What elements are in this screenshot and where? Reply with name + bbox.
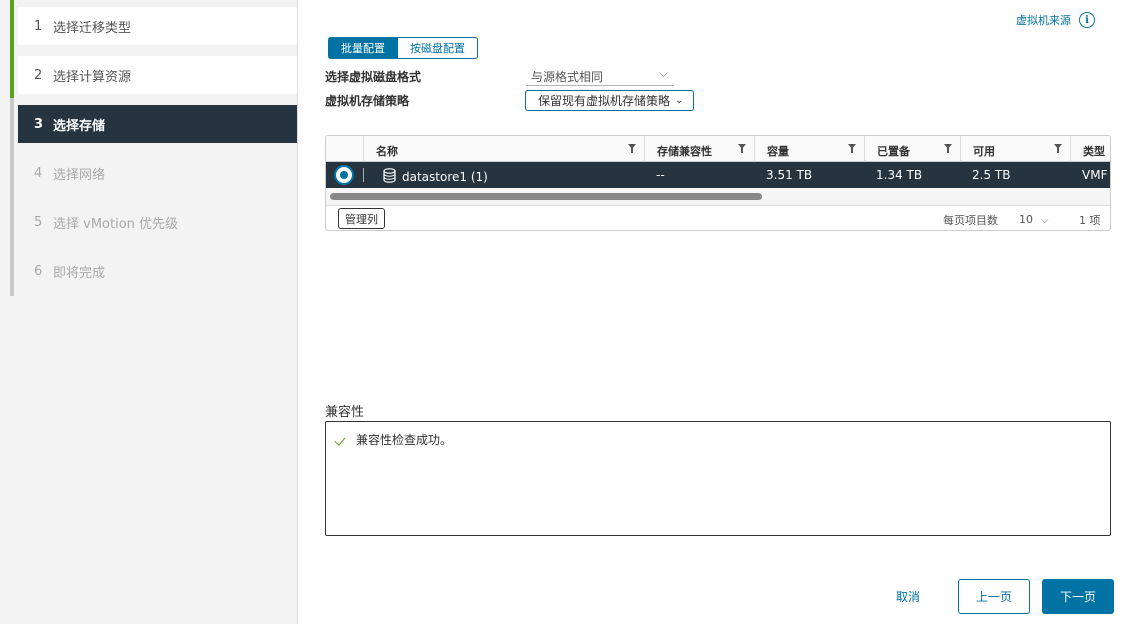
datastore-name: datastore1 (1) (402, 170, 488, 184)
step-select-compute-resource[interactable]: 2 选择计算资源 (18, 56, 297, 94)
step-number: 3 (34, 116, 44, 132)
page-size-value: 10 (1019, 213, 1033, 226)
items-per-page-label: 每页项目数 (943, 214, 998, 227)
back-button[interactable]: 上一页 (958, 579, 1030, 614)
step-label: 选择迁移类型 (53, 20, 132, 36)
wizard-stepper: 1 选择迁移类型 2 选择计算资源 3 选择存储 4 选择网络 5 选择 vMo… (0, 0, 298, 624)
step-number: 4 (34, 165, 43, 181)
table-row[interactable]: datastore1 (1) -- 3.51 TB 1.34 TB 2.5 TB… (326, 162, 1110, 188)
cell-name: datastore1 (1) (371, 162, 488, 188)
disk-format-value: 与源格式相同 (531, 70, 604, 84)
step-number: 6 (34, 263, 43, 279)
step-select-storage[interactable]: 3 选择存储 (18, 105, 297, 143)
storage-policy-value: 保留现有虚拟机存储策略 (538, 94, 671, 108)
step-select-network: 4 选择网络 (18, 154, 297, 192)
disk-format-select[interactable]: 与源格式相同 ⌵ (526, 64, 674, 86)
step-number: 5 (34, 214, 43, 230)
vm-source-link[interactable]: 虚拟机来源 i (1016, 12, 1095, 28)
datastore-grid: 名称 存储兼容性 容量 已置备 可用 类型 datastore1 (1) -- … (325, 135, 1111, 231)
page-size-select[interactable]: 10 ⌵ (1019, 213, 1049, 226)
compatibility-text: 兼容性检查成功。 (356, 433, 453, 447)
horizontal-scrollbar[interactable] (326, 188, 1110, 206)
step-select-vmotion-priority: 5 选择 vMotion 优先级 (18, 203, 297, 241)
step-label: 选择计算资源 (53, 69, 132, 85)
cell-compatibility: -- (656, 168, 665, 182)
next-button[interactable]: 下一页 (1042, 579, 1114, 614)
row-select-radio[interactable] (334, 165, 354, 185)
chevron-down-icon: ⌄ (675, 95, 684, 106)
step-select-migration-type[interactable]: 1 选择迁移类型 (18, 7, 297, 45)
cell-provisioned: 1.34 TB (876, 168, 923, 182)
filter-icon[interactable] (944, 144, 952, 153)
info-icon[interactable]: i (1079, 12, 1095, 28)
step-label: 选择存储 (53, 118, 106, 134)
stepper-progress-done (10, 0, 14, 98)
per-disk-config-button[interactable]: 按磁盘配置 (398, 37, 478, 59)
compatibility-label: 兼容性 (325, 405, 365, 420)
cell-type: VMF (1082, 168, 1108, 182)
main-panel: 虚拟机来源 i 批量配置 按磁盘配置 选择虚拟磁盘格式 与源格式相同 ⌵ 虚拟机… (298, 0, 1125, 624)
step-ready-to-complete: 6 即将完成 (18, 252, 297, 290)
config-mode-toggle: 批量配置 按磁盘配置 (328, 37, 478, 59)
column-header-compatibility[interactable]: 存储兼容性 (644, 136, 754, 162)
step-label: 选择网络 (53, 167, 106, 183)
compatibility-message: 兼容性检查成功。 (336, 431, 452, 448)
filter-icon[interactable] (628, 144, 636, 153)
step-label: 选择 vMotion 优先级 (53, 216, 179, 232)
stepper-progress-pending (10, 98, 14, 296)
column-header-provisioned[interactable]: 已置备 (864, 136, 960, 162)
batch-config-button[interactable]: 批量配置 (328, 37, 398, 59)
scrollbar-thumb[interactable] (330, 193, 762, 200)
cancel-button[interactable]: 取消 (896, 588, 920, 605)
grid-header: 名称 存储兼容性 容量 已置备 可用 类型 (326, 136, 1110, 162)
chevron-down-icon: ⌵ (1041, 215, 1049, 226)
check-icon (336, 435, 350, 445)
column-header-type[interactable]: 类型 (1070, 136, 1110, 162)
vm-source-label: 虚拟机来源 (1016, 14, 1071, 27)
column-header-name[interactable]: 名称 (363, 136, 644, 162)
cell-free: 2.5 TB (972, 168, 1011, 182)
manage-columns-button[interactable]: 管理列 (338, 208, 385, 229)
filter-icon[interactable] (848, 144, 856, 153)
chevron-down-icon: ⌵ (658, 66, 668, 80)
grid-footer: 管理列 每页项目数 10 ⌵ 1 项 (326, 206, 1110, 230)
filter-icon[interactable] (738, 144, 746, 153)
step-number: 1 (34, 18, 43, 34)
step-label: 即将完成 (53, 265, 106, 281)
compatibility-panel: 兼容性检查成功。 (325, 421, 1111, 536)
cell-capacity: 3.51 TB (766, 168, 813, 182)
disk-format-label: 选择虚拟磁盘格式 (325, 70, 422, 84)
storage-policy-label: 虚拟机存储策略 (325, 94, 410, 108)
column-header-free[interactable]: 可用 (960, 136, 1070, 162)
storage-policy-dropdown[interactable]: 保留现有虚拟机存储策略 ⌄ (525, 90, 695, 111)
item-count: 1 项 (1079, 214, 1101, 227)
step-number: 2 (34, 67, 43, 83)
column-header-capacity[interactable]: 容量 (754, 136, 864, 162)
datastore-icon (383, 168, 396, 183)
row-divider (363, 168, 364, 182)
filter-icon[interactable] (1054, 144, 1062, 153)
